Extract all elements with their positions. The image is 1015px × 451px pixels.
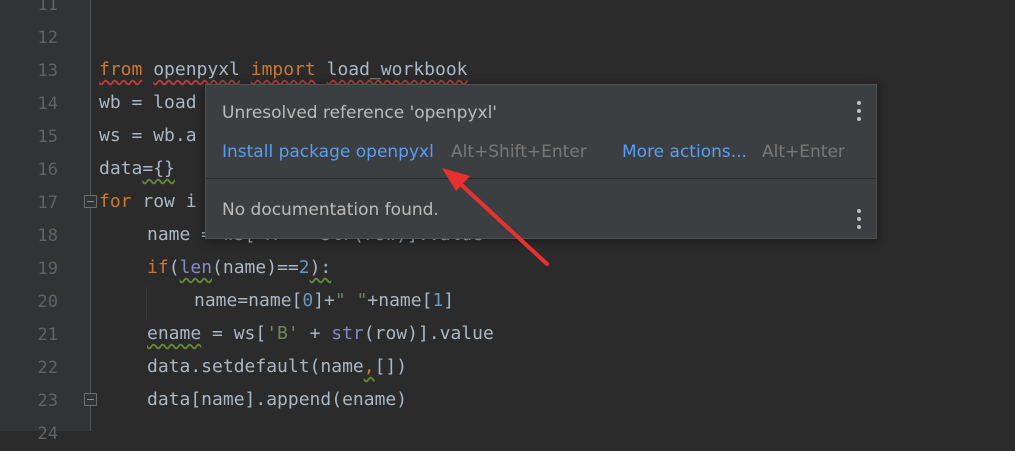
punctuation: , — [363, 356, 375, 377]
code-line-21: ename = ws['B' + str(row)].value — [147, 317, 494, 350]
line-number: 21 — [37, 325, 58, 345]
popup-title: Unresolved reference 'openpyxl' — [222, 103, 497, 123]
identifier: ename — [147, 323, 202, 344]
code-line-14: wb = load — [99, 92, 197, 113]
line-number: 12 — [37, 28, 58, 48]
code-line-15: ws = wb.a — [99, 125, 197, 146]
code-text: ={} — [142, 158, 175, 179]
code-line-17: for row i — [99, 185, 197, 218]
code-text: ( — [168, 257, 180, 278]
inspection-popup: Unresolved reference 'openpyxl' Install … — [205, 84, 877, 239]
line-number: 23 — [37, 391, 58, 411]
line-number: 16 — [37, 160, 58, 180]
code-text: = ws[ — [201, 323, 267, 344]
install-shortcut: Alt+Shift+Enter — [451, 142, 587, 162]
line-number: 24 — [37, 424, 58, 444]
more-vertical-icon[interactable] — [856, 209, 862, 229]
code-text: +name[ — [367, 290, 433, 311]
more-actions-link[interactable]: More actions... — [622, 142, 747, 162]
line-number: 17 — [37, 193, 58, 213]
line-number: 18 — [37, 226, 58, 246]
code-line-23: data[name].append(ename) — [147, 389, 408, 410]
number: 0 — [302, 290, 314, 311]
code-text: name=name[ — [194, 290, 303, 311]
line-number: 11 — [37, 0, 58, 15]
code-line-19: if(len(name)==2): — [147, 251, 331, 284]
install-package-link[interactable]: Install package openpyxl — [222, 142, 434, 162]
documentation-text: No documentation found. — [222, 200, 439, 220]
code-text: ]+ — [313, 290, 335, 311]
module-name: openpyxl — [153, 59, 240, 80]
string: " " — [334, 290, 368, 311]
code-line-13: from openpyxl import load_workbook — [99, 53, 468, 86]
code-text: ] — [443, 290, 455, 311]
line-number: 22 — [37, 358, 58, 378]
line-number: 15 — [37, 127, 58, 147]
more-vertical-icon[interactable] — [856, 101, 862, 121]
code-text: []) — [374, 356, 408, 377]
keyword: from — [99, 59, 143, 80]
number: 1 — [432, 290, 444, 311]
keyword: for — [99, 191, 132, 212]
code-line-20: name=name[0]+" "+name[1] — [194, 284, 454, 317]
code-text: (name)== — [212, 257, 299, 278]
number: 2 — [298, 257, 310, 278]
builtin: str — [331, 323, 364, 344]
line-number-gutter: 11 12 13 14 15 16 17 18 19 20 21 22 23 2… — [0, 0, 91, 444]
code-line-16: data={} — [99, 152, 175, 185]
identifier: load_workbook — [326, 59, 468, 80]
code-text: data.setdefault(name — [147, 356, 364, 377]
builtin: len — [179, 257, 213, 278]
code-line-22: data.setdefault(name,[]) — [147, 350, 407, 383]
line-number: 19 — [37, 259, 58, 279]
code-text: + — [298, 323, 332, 344]
string: 'B' — [266, 323, 299, 344]
keyword: import — [250, 59, 316, 80]
indent-guide — [146, 287, 147, 320]
identifier: data — [99, 158, 143, 179]
code-text: (row)].value — [363, 323, 494, 344]
line-number: 14 — [37, 94, 58, 114]
divider — [206, 178, 876, 179]
code-text: ): — [309, 257, 332, 278]
line-number: 13 — [37, 61, 58, 81]
more-actions-shortcut: Alt+Enter — [762, 142, 845, 162]
code-text: row i — [131, 191, 197, 212]
line-number: 20 — [37, 292, 58, 312]
keyword: if — [147, 257, 169, 278]
